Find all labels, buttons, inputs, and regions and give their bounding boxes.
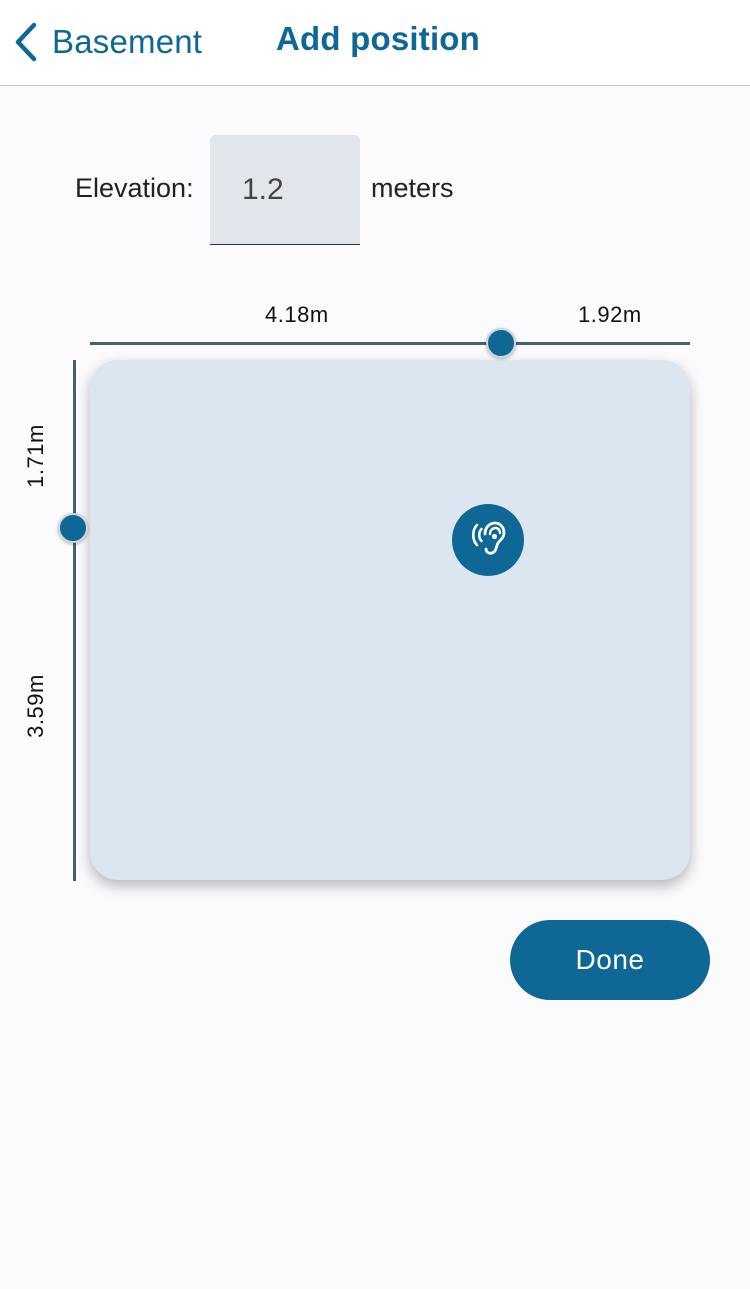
- elevation-label: Elevation:: [75, 173, 194, 203]
- horizontal-left-distance: 4.18m: [265, 302, 329, 327]
- vertical-position-handle[interactable]: [58, 513, 88, 543]
- vertical-top-distance: 1.71m: [22, 424, 48, 488]
- add-position-screen: Basement Add position Elevation: meters …: [0, 0, 750, 1289]
- vertical-ruler: [73, 360, 76, 881]
- elevation-unit: meters: [371, 173, 454, 203]
- room-floor-plan[interactable]: [90, 360, 690, 880]
- position-marker[interactable]: [452, 504, 524, 576]
- done-button[interactable]: Done: [510, 920, 710, 1000]
- ear-icon: [466, 516, 510, 565]
- page-title: Add position: [276, 20, 481, 57]
- back-button[interactable]: Basement: [14, 18, 202, 66]
- back-label: Basement: [52, 23, 203, 60]
- horizontal-right-distance: 1.92m: [578, 302, 642, 327]
- horizontal-position-handle[interactable]: [486, 328, 516, 358]
- elevation-input[interactable]: [210, 135, 360, 245]
- horizontal-ruler: [90, 342, 690, 345]
- nav-header: Basement Add position: [0, 0, 750, 86]
- vertical-bottom-distance: 3.59m: [22, 674, 48, 738]
- chevron-left-icon: [14, 22, 38, 62]
